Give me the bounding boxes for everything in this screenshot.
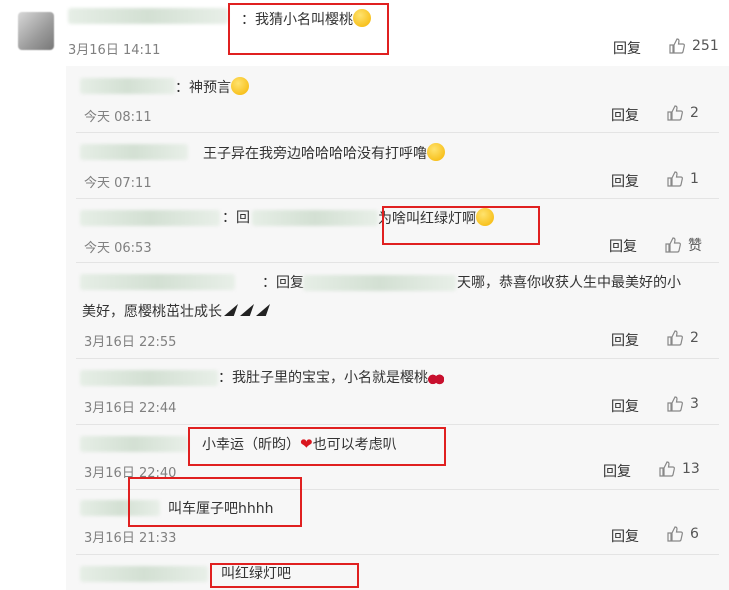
like-button[interactable]: 13 xyxy=(658,460,700,478)
reply-time: 今天 08:11 xyxy=(84,110,152,125)
like-count: 赞 xyxy=(688,238,702,254)
cherry-icon xyxy=(428,369,444,385)
party-horn-icon xyxy=(240,304,254,316)
divider xyxy=(76,198,719,199)
blurred-username xyxy=(80,436,188,452)
avatar[interactable] xyxy=(18,12,54,50)
reply-time: 3月16日 22:55 xyxy=(84,335,177,350)
like-button[interactable]: 2 xyxy=(666,329,699,347)
highlight-box xyxy=(128,477,302,527)
blurred-username xyxy=(80,566,208,582)
like-count: 13 xyxy=(682,461,700,477)
thumbs-up-icon xyxy=(667,526,683,542)
reply-prefix: ：回 xyxy=(222,210,250,226)
thumbs-up-icon xyxy=(669,38,685,54)
reply-button[interactable]: 回复 xyxy=(611,396,639,416)
reply-text: ：神预言 xyxy=(175,77,249,98)
highlight-box xyxy=(210,563,359,588)
grin-emoji-icon xyxy=(231,77,249,95)
blurred-username xyxy=(80,210,220,226)
reply-button[interactable]: 回复 xyxy=(603,461,631,481)
highlight-box xyxy=(228,3,389,55)
blurred-username xyxy=(80,370,218,386)
like-count: 6 xyxy=(690,526,699,542)
thumbs-up-icon xyxy=(667,330,683,346)
reply-button[interactable]: 回复 xyxy=(611,171,639,191)
like-count: 2 xyxy=(690,330,699,346)
reply-button[interactable]: 回复 xyxy=(609,236,637,256)
reply-button[interactable]: 回复 xyxy=(611,105,639,125)
blurred-mention xyxy=(303,275,456,291)
blurred-mention xyxy=(252,210,378,226)
divider xyxy=(76,262,719,263)
reply-time: 今天 06:53 xyxy=(84,241,152,256)
thumbs-up-icon xyxy=(667,396,683,412)
reply-button[interactable]: 回复 xyxy=(611,526,639,546)
highlight-box xyxy=(382,206,540,245)
blurred-username xyxy=(80,144,188,160)
reply-text-line2: 美好，愿樱桃茁壮成长 xyxy=(82,302,270,322)
divider xyxy=(76,358,719,359)
like-count: 3 xyxy=(690,396,699,412)
thumbs-up-icon xyxy=(659,461,675,477)
like-button[interactable]: 251 xyxy=(668,37,719,55)
like-button[interactable]: 6 xyxy=(666,525,699,543)
like-button[interactable]: 1 xyxy=(666,170,699,188)
reply-time: 3月16日 21:33 xyxy=(84,531,177,546)
party-horn-icon xyxy=(256,304,270,316)
party-horn-icon xyxy=(224,304,238,316)
blurred-username xyxy=(80,274,235,290)
like-count: 2 xyxy=(690,105,699,121)
reply-text: ：我肚子里的宝宝，小名就是樱桃 xyxy=(218,368,444,388)
reply-text: 王子异在我旁边哈哈哈哈没有打呼噜 xyxy=(203,143,445,164)
blurred-username xyxy=(68,8,228,24)
reply-prefix: ：回复 xyxy=(262,275,304,291)
like-count: 251 xyxy=(692,38,719,54)
reply-button[interactable]: 回复 xyxy=(613,38,641,58)
divider xyxy=(76,132,719,133)
reply-time: 3月16日 22:44 xyxy=(84,401,177,416)
like-button[interactable]: 3 xyxy=(666,395,699,413)
like-button[interactable]: 2 xyxy=(666,104,699,122)
comment-time: 3月16日 14:11 xyxy=(68,43,161,58)
reply-text: 天哪，恭喜你收获人生中最美好的小 xyxy=(457,275,681,291)
thumbs-up-icon xyxy=(665,237,681,253)
tongue-emoji-icon xyxy=(427,143,445,161)
thumbs-up-icon xyxy=(667,105,683,121)
like-count: 1 xyxy=(690,171,699,187)
divider xyxy=(76,554,719,555)
reply-time: 今天 07:11 xyxy=(84,176,152,191)
thumbs-up-icon xyxy=(667,171,683,187)
like-button[interactable]: 赞 xyxy=(664,235,702,255)
divider xyxy=(76,424,719,425)
highlight-box xyxy=(188,427,446,466)
reply-button[interactable]: 回复 xyxy=(611,330,639,350)
blurred-username xyxy=(80,78,175,94)
